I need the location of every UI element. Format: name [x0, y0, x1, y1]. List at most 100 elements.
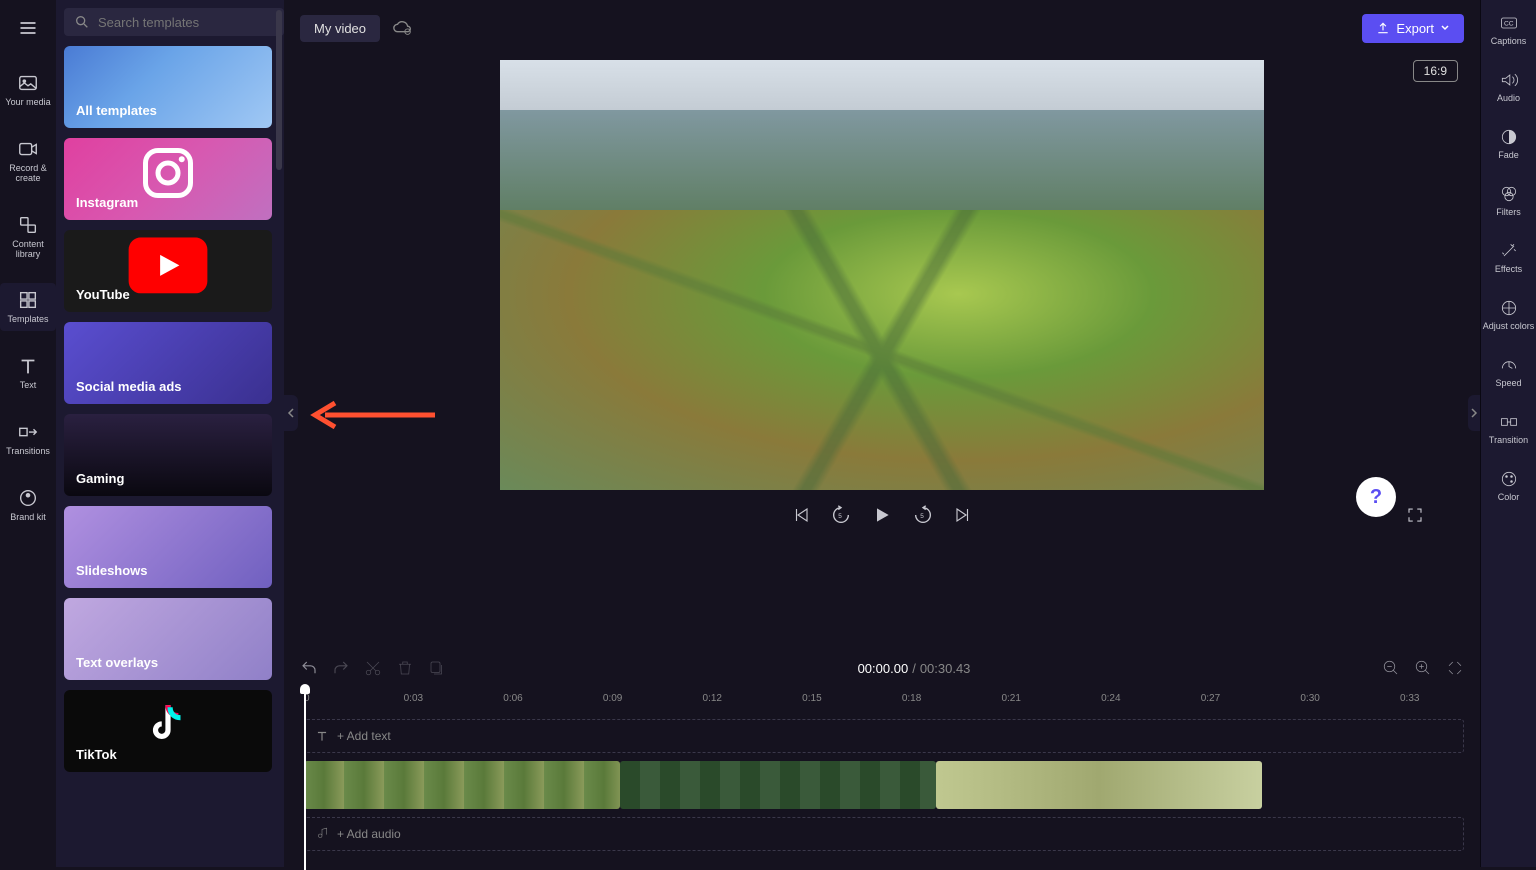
- add-audio-label: + Add audio: [337, 827, 401, 841]
- adjust-icon: [1499, 298, 1519, 318]
- ruler-tick: 0:12: [703, 693, 722, 704]
- nav-your-media[interactable]: Your media: [0, 66, 56, 114]
- prop-captions[interactable]: CCCaptions: [1481, 8, 1536, 51]
- nav-templates[interactable]: Templates: [0, 283, 56, 331]
- timeline-tracks: + Add text + Add audio: [300, 719, 1464, 851]
- nav-label: Text: [20, 381, 37, 391]
- prop-adjust-colors[interactable]: Adjust colors: [1481, 293, 1536, 336]
- nav-label: Your media: [5, 98, 50, 108]
- speed-icon: [1499, 355, 1519, 375]
- nav-content-library[interactable]: Content library: [0, 208, 56, 266]
- music-icon: [315, 827, 329, 841]
- youtube-icon: [128, 237, 208, 293]
- top-bar: My video Export: [284, 0, 1480, 56]
- video-preview[interactable]: [500, 60, 1264, 490]
- template-label: Gaming: [76, 471, 124, 486]
- template-gaming[interactable]: Gaming: [64, 414, 272, 496]
- prop-fade[interactable]: Fade: [1481, 122, 1536, 165]
- aspect-ratio-button[interactable]: 16:9: [1413, 60, 1458, 82]
- effects-icon: [1499, 241, 1519, 261]
- play-icon[interactable]: [872, 505, 892, 525]
- record-icon: [17, 138, 39, 160]
- search-box[interactable]: [64, 8, 284, 36]
- timeline-section: 00:00.00 / 00:30.43 00:030:060:090:120:1…: [284, 645, 1480, 867]
- collapse-panel-button[interactable]: [284, 395, 298, 431]
- skip-back-icon[interactable]: [792, 506, 810, 524]
- fullscreen-icon[interactable]: [1406, 506, 1424, 524]
- instagram-icon: [138, 143, 198, 203]
- ruler-tick: 0:18: [902, 693, 921, 704]
- audio-track[interactable]: + Add audio: [304, 817, 1464, 851]
- cut-icon[interactable]: [364, 659, 382, 677]
- template-all[interactable]: All templates: [64, 46, 272, 128]
- tiktok-icon: [143, 701, 193, 751]
- template-instagram[interactable]: Instagram: [64, 138, 272, 220]
- template-slideshows[interactable]: Slideshows: [64, 506, 272, 588]
- template-text-overlays[interactable]: Text overlays: [64, 598, 272, 680]
- template-label: Instagram: [76, 195, 138, 210]
- forward-5-icon[interactable]: 5: [912, 504, 934, 526]
- video-clip-3[interactable]: [936, 761, 1262, 809]
- redo-icon[interactable]: [332, 659, 350, 677]
- playhead[interactable]: [304, 690, 306, 870]
- video-clip-1[interactable]: [304, 761, 620, 809]
- zoom-out-icon[interactable]: [1382, 659, 1400, 677]
- template-label: Social media ads: [76, 379, 182, 394]
- template-label: YouTube: [76, 287, 130, 302]
- menu-button[interactable]: [8, 8, 48, 48]
- template-youtube[interactable]: YouTube: [64, 230, 272, 312]
- timeline-ruler[interactable]: 00:030:060:090:120:150:180:210:240:270:3…: [300, 693, 1464, 713]
- prop-transition[interactable]: Transition: [1481, 407, 1536, 450]
- scrollbar[interactable]: [276, 10, 282, 170]
- duplicate-icon[interactable]: [428, 659, 446, 677]
- ruler-tick: 0:24: [1101, 693, 1120, 704]
- chevron-left-icon: [287, 407, 295, 419]
- upload-icon: [1376, 21, 1390, 35]
- color-icon: [1499, 469, 1519, 489]
- chevron-down-icon: [1440, 23, 1450, 33]
- undo-icon[interactable]: [300, 659, 318, 677]
- help-icon: ?: [1370, 486, 1382, 509]
- search-input[interactable]: [98, 15, 274, 30]
- delete-icon[interactable]: [396, 659, 414, 677]
- prop-effects[interactable]: Effects: [1481, 236, 1536, 279]
- template-social-media-ads[interactable]: Social media ads: [64, 322, 272, 404]
- nav-transitions[interactable]: Transitions: [0, 415, 56, 463]
- zoom-in-icon[interactable]: [1414, 659, 1432, 677]
- collapse-right-panel-button[interactable]: [1468, 395, 1480, 431]
- transitions-icon: [17, 421, 39, 443]
- nav-record-create[interactable]: Record & create: [0, 132, 56, 190]
- search-icon: [74, 14, 90, 30]
- template-list[interactable]: All templates Instagram YouTube Social m…: [64, 46, 276, 867]
- svg-text:CC: CC: [1504, 21, 1514, 28]
- project-name[interactable]: My video: [300, 15, 380, 42]
- nav-brand-kit[interactable]: Brand kit: [0, 481, 56, 529]
- nav-label: Record & create: [0, 164, 56, 184]
- chevron-right-icon: [1470, 407, 1478, 419]
- transition-icon: [1499, 412, 1519, 432]
- nav-text[interactable]: Text: [0, 349, 56, 397]
- prop-speed[interactable]: Speed: [1481, 350, 1536, 393]
- svg-text:5: 5: [920, 513, 924, 520]
- text-icon: [315, 729, 329, 743]
- cloud-sync-icon[interactable]: [392, 17, 414, 39]
- video-clip-2[interactable]: [620, 761, 936, 809]
- prop-color[interactable]: Color: [1481, 464, 1536, 507]
- rewind-5-icon[interactable]: 5: [830, 504, 852, 526]
- ruler-tick: 0:30: [1300, 693, 1319, 704]
- ruler-tick: 0:33: [1400, 693, 1419, 704]
- video-track[interactable]: [304, 761, 1464, 809]
- fit-icon[interactable]: [1446, 659, 1464, 677]
- help-button[interactable]: ?: [1356, 477, 1396, 517]
- text-track[interactable]: + Add text: [304, 719, 1464, 753]
- skip-forward-icon[interactable]: [954, 506, 972, 524]
- ruler-tick: 0:21: [1001, 693, 1020, 704]
- captions-icon: CC: [1499, 13, 1519, 33]
- template-tiktok[interactable]: TikTok: [64, 690, 272, 772]
- export-button[interactable]: Export: [1362, 14, 1464, 43]
- prop-filters[interactable]: Filters: [1481, 179, 1536, 222]
- timeline-toolbar: 00:00.00 / 00:30.43: [300, 653, 1464, 683]
- fade-icon: [1499, 127, 1519, 147]
- ruler-tick: 0:27: [1201, 693, 1220, 704]
- prop-audio[interactable]: Audio: [1481, 65, 1536, 108]
